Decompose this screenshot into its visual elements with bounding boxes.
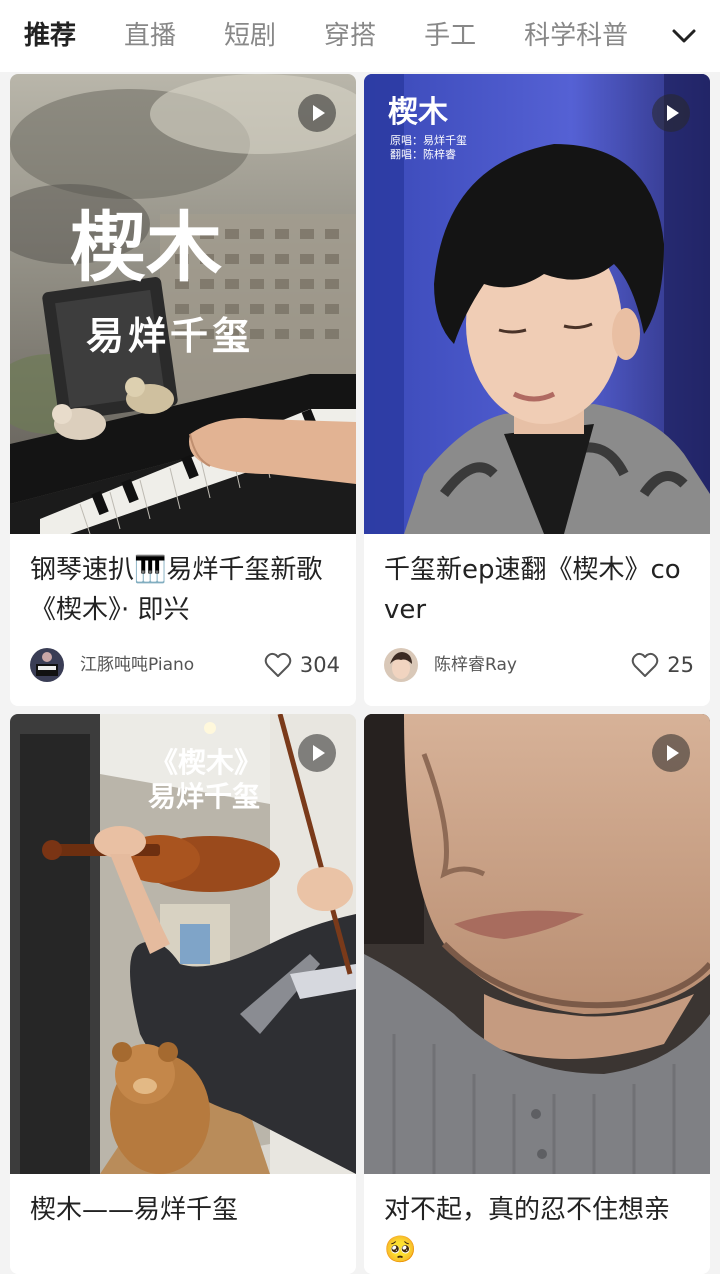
like-count[interactable]: 25 <box>631 648 694 682</box>
cover-line-1: 《楔木》 <box>150 746 262 779</box>
cover-image[interactable]: 《楔木》 易烊千玺 <box>10 714 356 1174</box>
chevron-down-icon[interactable] <box>666 18 702 54</box>
play-icon <box>298 94 336 132</box>
feed-card[interactable]: 《楔木》 易烊千玺 楔木——易烊千玺 <box>10 714 356 1274</box>
cover-title-text: 楔木 <box>70 203 222 292</box>
card-title[interactable]: 钢琴速扒🎹易烊千玺新歌《楔木》· 即兴 <box>30 550 340 630</box>
play-icon <box>652 94 690 132</box>
feed-card[interactable]: 楔木 易烊千玺 钢琴速扒🎹易烊千玺新歌《楔木》· 即兴 江豚吨吨Piano 30… <box>10 74 356 706</box>
card-meta: 陈梓睿Ray 25 <box>384 648 694 684</box>
like-count-value: 25 <box>667 653 694 677</box>
avatar[interactable] <box>30 648 64 682</box>
feed-card[interactable]: 对不起，真的忍不住想亲🥺 <box>364 714 710 1274</box>
cover-subtitle-text: 易烊千玺 <box>86 313 254 358</box>
category-tabs: 推荐 直播 短剧 穿搭 手工 科学科普 <box>24 0 664 72</box>
category-bar: 推荐 直播 短剧 穿搭 手工 科学科普 <box>0 0 720 72</box>
like-count[interactable]: 304 <box>264 648 340 682</box>
feed-card[interactable]: 楔木 原唱：易烊千玺 翻唱：陈梓睿 千玺新ep速翻《楔木》cover 陈梓睿Ra… <box>364 74 710 706</box>
avatar[interactable] <box>384 648 418 682</box>
like-count-value: 304 <box>299 653 340 677</box>
cover-line-2: 易烊千玺 <box>148 780 260 813</box>
cover-title-text: 楔木 <box>388 95 448 130</box>
tab-short-drama[interactable]: 短剧 <box>224 0 276 72</box>
tabs-fade <box>628 0 664 72</box>
cover-image[interactable]: 楔木 易烊千玺 <box>10 74 356 534</box>
cover-line-2: 翻唱：陈梓睿 <box>390 147 456 161</box>
tab-recommend[interactable]: 推荐 <box>24 0 76 72</box>
heart-outline-icon[interactable] <box>631 652 659 678</box>
tab-outfit[interactable]: 穿搭 <box>324 0 376 72</box>
card-title[interactable]: 对不起，真的忍不住想亲🥺 <box>384 1190 694 1270</box>
heart-outline-icon[interactable] <box>264 652 292 678</box>
author-name[interactable]: 江豚吨吨Piano <box>80 648 194 682</box>
cover-image[interactable]: 楔木 原唱：易烊千玺 翻唱：陈梓睿 <box>364 74 710 534</box>
card-meta: 江豚吨吨Piano 304 <box>30 648 340 684</box>
card-title[interactable]: 楔木——易烊千玺 <box>30 1190 340 1230</box>
tab-science[interactable]: 科学科普 <box>524 0 628 72</box>
tab-live[interactable]: 直播 <box>124 0 176 72</box>
cover-image[interactable] <box>364 714 710 1174</box>
author-name[interactable]: 陈梓睿Ray <box>434 648 517 682</box>
card-title[interactable]: 千玺新ep速翻《楔木》cover <box>384 550 694 630</box>
play-icon <box>652 734 690 772</box>
cover-line-1: 原唱：易烊千玺 <box>390 133 467 147</box>
play-icon <box>298 734 336 772</box>
tab-handcraft[interactable]: 手工 <box>424 0 476 72</box>
